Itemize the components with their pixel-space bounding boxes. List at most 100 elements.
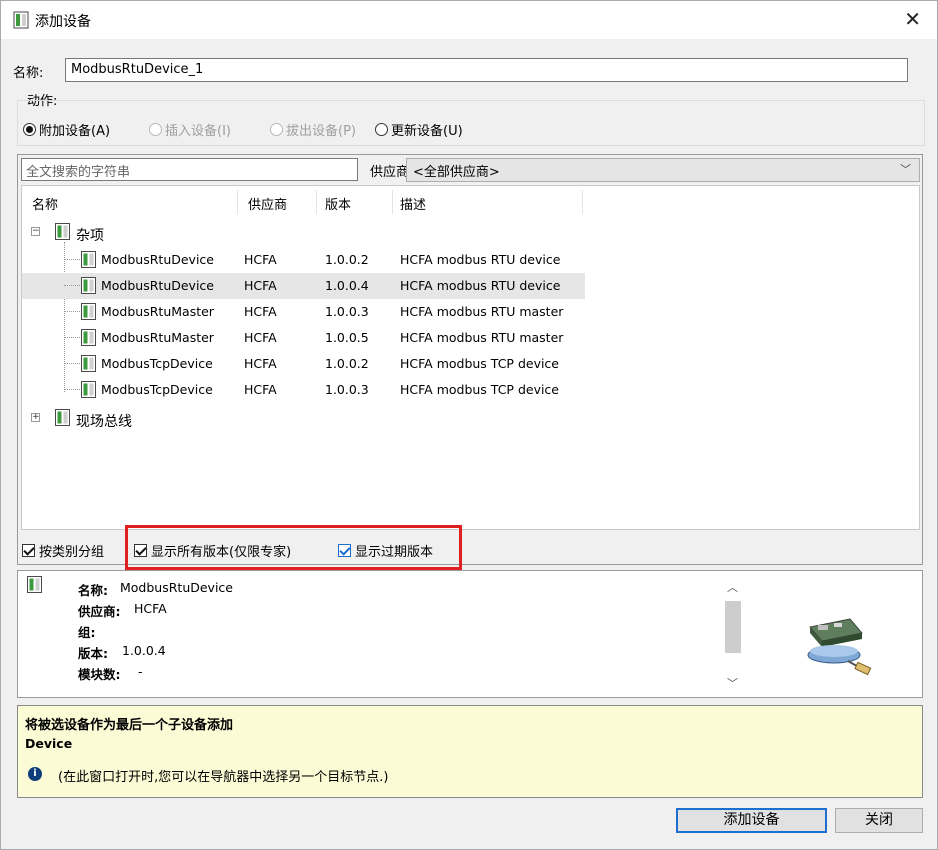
info-version-key: 版本: <box>78 646 108 661</box>
table-row[interactable]: ModbusRtuMaster HCFA 1.0.0.3 HCFA modbus… <box>22 299 585 325</box>
radio-label: 更新设备(U) <box>391 124 463 139</box>
name-field[interactable]: ModbusRtuDevice_1 <box>65 58 908 82</box>
folder-device-icon <box>55 223 70 240</box>
radio-label: 插入设备(I) <box>165 124 231 139</box>
row-description: HCFA modbus TCP device <box>400 356 559 371</box>
row-description: HCFA modbus RTU device <box>400 252 561 267</box>
row-description: HCFA modbus TCP device <box>400 382 559 397</box>
device-icon <box>13 11 29 29</box>
column-separator <box>392 190 393 214</box>
row-vendor: HCFA <box>244 278 277 293</box>
title-bar: 添加设备 ✕ <box>1 1 937 39</box>
row-version: 1.0.0.2 <box>325 356 369 371</box>
radio-button <box>23 123 36 136</box>
info-vendor-value: HCFA <box>134 601 167 616</box>
scroll-down-icon[interactable]: ﹀ <box>727 675 738 691</box>
tree-connector <box>64 311 80 312</box>
device-icon <box>81 329 96 346</box>
device-icon <box>81 355 96 372</box>
tree-connector <box>64 337 80 338</box>
close-button[interactable]: 关闭 <box>835 808 923 833</box>
row-vendor: HCFA <box>244 382 277 397</box>
search-input[interactable]: 全文搜索的字符串 <box>21 158 358 181</box>
device-icon <box>81 381 96 398</box>
hint-subtitle: Device <box>25 736 73 751</box>
hint-title: 将被选设备作为最后一个子设备添加 <box>25 718 234 733</box>
collapse-icon[interactable]: − <box>31 227 40 236</box>
row-version: 1.0.0.2 <box>325 252 369 267</box>
close-icon[interactable]: ✕ <box>904 9 921 29</box>
device-tree[interactable]: 名称 供应商 版本 描述 − 杂项 ModbusRtuDevice HCFA 1… <box>21 185 920 530</box>
tree-connector <box>64 389 80 390</box>
group-by-category-checkbox[interactable]: 按类别分组 <box>22 541 104 560</box>
row-name: ModbusRtuDevice <box>101 278 214 293</box>
radio-button <box>149 123 162 136</box>
scroll-up-icon[interactable]: ︿ <box>727 579 738 595</box>
row-name: ModbusTcpDevice <box>101 382 213 397</box>
radio-button <box>375 123 388 136</box>
info-name-key: 名称: <box>78 583 108 598</box>
row-vendor: HCFA <box>244 252 277 267</box>
column-header-name[interactable]: 名称 <box>32 194 58 213</box>
row-version: 1.0.0.5 <box>325 330 369 345</box>
row-vendor: HCFA <box>244 330 277 345</box>
hint-panel: 将被选设备作为最后一个子设备添加 Device i (在此窗口打开时,您可以在导… <box>17 705 923 798</box>
vendor-select[interactable]: <全部供应商> ﹀ <box>406 158 920 182</box>
row-version: 1.0.0.3 <box>325 382 369 397</box>
column-header-description[interactable]: 描述 <box>400 194 426 213</box>
table-row[interactable]: ModbusTcpDevice HCFA 1.0.0.3 HCFA modbus… <box>22 377 585 403</box>
radio-plug-device: 拔出设备(P) <box>270 120 356 139</box>
info-version-value: 1.0.0.4 <box>122 643 166 658</box>
add-device-dialog: 添加设备 ✕ 名称: ModbusRtuDevice_1 动作: 附加设备(A)… <box>0 0 938 850</box>
hint-text: (在此窗口打开时,您可以在导航器中选择另一个目标节点.) <box>58 770 389 785</box>
add-device-button[interactable]: 添加设备 <box>676 808 827 833</box>
info-icon: i <box>28 767 42 781</box>
row-name: ModbusRtuMaster <box>101 330 214 345</box>
radio-label: 附加设备(A) <box>39 124 111 139</box>
chevron-down-icon: ﹀ <box>900 163 911 176</box>
radio-label: 拔出设备(P) <box>286 124 356 139</box>
info-modules-key: 模块数: <box>78 667 121 682</box>
row-name: ModbusTcpDevice <box>101 356 213 371</box>
row-description: HCFA modbus RTU master <box>400 330 564 345</box>
table-row[interactable]: ModbusTcpDevice HCFA 1.0.0.2 HCFA modbus… <box>22 351 585 377</box>
checkbox-box <box>22 544 35 557</box>
device-picture-icon <box>807 618 872 676</box>
vendor-select-value: <全部供应商> <box>413 165 500 180</box>
radio-insert-device: 插入设备(I) <box>149 120 231 139</box>
row-version: 1.0.0.4 <box>325 278 369 293</box>
expand-icon[interactable]: + <box>31 413 40 422</box>
checkbox-label: 按类别分组 <box>39 545 105 560</box>
tree-group-fieldbus[interactable]: 现场总线 <box>76 411 132 431</box>
table-row[interactable]: ModbusRtuDevice HCFA 1.0.0.2 HCFA modbus… <box>22 247 585 273</box>
tree-connector <box>64 285 80 286</box>
row-description: HCFA modbus RTU device <box>400 278 561 293</box>
table-row[interactable]: ModbusRtuMaster HCFA 1.0.0.5 HCFA modbus… <box>22 325 585 351</box>
device-image <box>758 575 908 693</box>
device-icon <box>81 251 96 268</box>
column-header-vendor[interactable]: 供应商 <box>248 194 287 213</box>
info-vendor-key: 供应商: <box>78 604 121 619</box>
row-name: ModbusRtuMaster <box>101 304 214 319</box>
table-row-selected[interactable]: ModbusRtuDevice HCFA 1.0.0.4 HCFA modbus… <box>22 273 585 299</box>
device-icon <box>81 303 96 320</box>
name-label: 名称: <box>13 66 44 81</box>
radio-append-device[interactable]: 附加设备(A) <box>23 120 110 139</box>
row-version: 1.0.0.3 <box>325 304 369 319</box>
device-info-panel: 名称: ModbusRtuDevice 供应商: HCFA 组: 版本: 1.0… <box>17 570 923 698</box>
device-icon <box>27 576 42 593</box>
dialog-title: 添加设备 <box>35 14 91 30</box>
column-header-version[interactable]: 版本 <box>325 194 351 213</box>
folder-device-icon <box>55 409 70 426</box>
tree-connector <box>64 363 80 364</box>
device-icon <box>81 277 96 294</box>
tree-connector <box>64 259 80 260</box>
column-separator <box>582 190 583 214</box>
row-vendor: HCFA <box>244 356 277 371</box>
tree-group-misc[interactable]: 杂项 <box>76 225 104 245</box>
column-separator <box>237 190 238 214</box>
info-scrollbar[interactable]: ︿ ﹀ <box>724 575 742 693</box>
radio-update-device[interactable]: 更新设备(U) <box>375 120 463 139</box>
info-name-value: ModbusRtuDevice <box>120 580 233 595</box>
scroll-thumb[interactable] <box>725 601 741 653</box>
